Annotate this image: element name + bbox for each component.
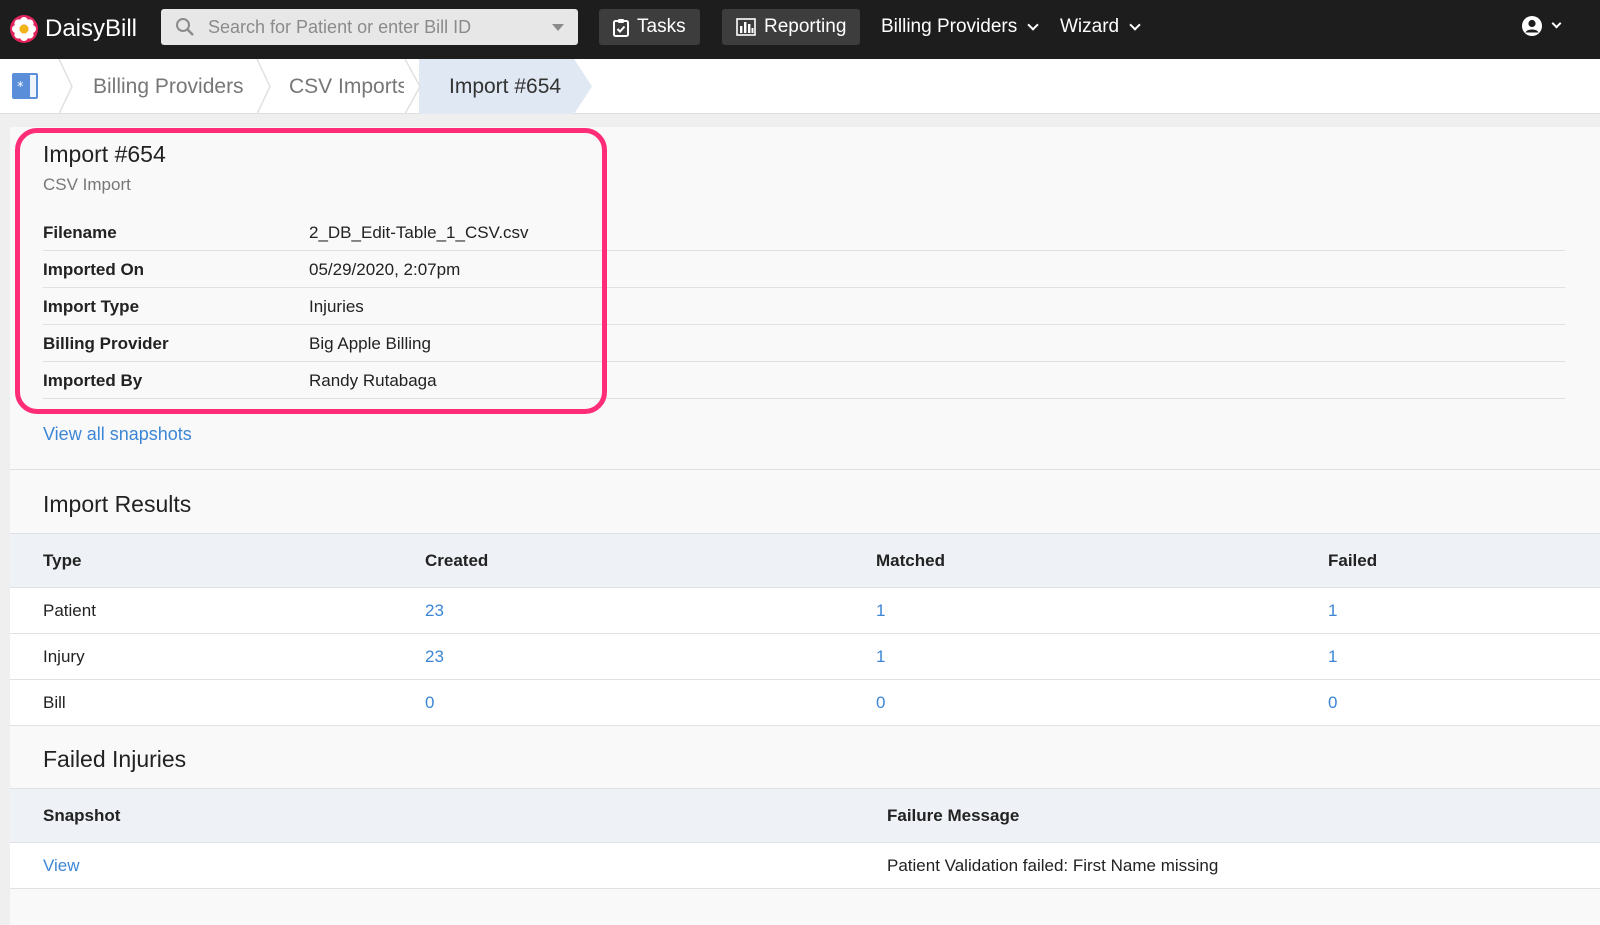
info-value: Randy Rutabaga (309, 371, 437, 390)
created-count-link[interactable]: 23 (425, 647, 444, 667)
table-row: View Patient Validation failed: First Na… (10, 843, 1600, 889)
brand-name: DaisyBill (45, 15, 138, 42)
breadcrumb-csv-imports[interactable]: CSV Imports (289, 59, 408, 114)
chevron-down-icon (1129, 18, 1141, 31)
info-row-import-type: Import Type Injuries (43, 288, 1565, 325)
page-title: Import #654 (43, 141, 166, 167)
view-snapshot-link[interactable]: View (43, 856, 80, 876)
info-label: Import Type (43, 297, 140, 316)
breadcrumb: * Billing Providers CSV Imports Import #… (0, 59, 1600, 114)
reporting-label: Reporting (764, 16, 847, 37)
column-header: Created (425, 551, 489, 570)
home-icon[interactable]: * (12, 73, 38, 99)
column-header: Matched (876, 551, 945, 570)
clipboard-check-icon (613, 18, 629, 37)
wizard-label: Wizard (1060, 16, 1120, 37)
breadcrumb-current: Import #654 (419, 59, 574, 114)
search-input[interactable]: Search for Patient or enter Bill ID (161, 9, 578, 45)
import-results-title: Import Results (43, 491, 192, 517)
brand-logo[interactable]: DaisyBill (9, 11, 137, 47)
breadcrumb-separator (58, 59, 73, 114)
row-type: Patient (43, 601, 96, 620)
view-all-snapshots-link[interactable]: View all snapshots (43, 424, 192, 445)
row-type: Injury (43, 647, 85, 666)
column-header: Snapshot (43, 806, 121, 825)
breadcrumb-separator (256, 59, 271, 114)
search-placeholder: Search for Patient or enter Bill ID (208, 17, 472, 37)
bar-chart-icon (736, 18, 756, 36)
info-row-imported-by: Imported By Randy Rutabaga (43, 362, 1565, 399)
breadcrumb-separator (404, 59, 421, 114)
info-value: Big Apple Billing (309, 334, 431, 353)
row-type: Bill (43, 693, 66, 712)
billing-providers-menu[interactable]: Billing Providers (881, 9, 1039, 45)
matched-count-link[interactable]: 0 (876, 693, 885, 713)
failed-injuries-title: Failed Injuries (43, 746, 187, 772)
info-label: Imported On (43, 260, 145, 279)
chevron-down-icon (1027, 18, 1039, 31)
breadcrumb-active-arrow (574, 59, 592, 114)
matched-count-link[interactable]: 1 (876, 601, 885, 621)
matched-count-link[interactable]: 1 (876, 647, 885, 667)
billing-providers-label: Billing Providers (881, 16, 1018, 37)
info-row-filename: Filename 2_DB_Edit-Table_1_CSV.csv (43, 214, 1565, 251)
column-header: Failure Message (887, 806, 1020, 825)
table-row: Injury 23 1 1 (10, 634, 1600, 680)
tasks-button[interactable]: Tasks (599, 9, 700, 45)
page-subtitle: CSV Import (43, 175, 131, 194)
failure-message: Patient Validation failed: First Name mi… (887, 856, 1219, 875)
section-divider (10, 469, 1600, 470)
column-header: Failed (1328, 551, 1378, 570)
failed-table-header: Snapshot Failure Message (10, 788, 1600, 843)
column-header: Type (43, 551, 82, 570)
wizard-menu[interactable]: Wizard (1060, 9, 1141, 45)
info-label: Imported By (43, 371, 143, 390)
svg-text:*: * (17, 80, 24, 95)
info-label: Billing Provider (43, 334, 169, 353)
info-label: Filename (43, 223, 117, 242)
search-icon (176, 18, 194, 36)
breadcrumb-current-label: Import #654 (449, 74, 562, 98)
info-value: Injuries (309, 297, 364, 316)
user-avatar-icon (1522, 16, 1542, 36)
top-navbar: DaisyBill Search for Patient or enter Bi… (0, 0, 1600, 59)
info-value: 05/29/2020, 2:07pm (309, 260, 461, 279)
chevron-down-icon (1551, 18, 1562, 29)
daisy-icon (10, 15, 38, 43)
breadcrumb-billing-providers[interactable]: Billing Providers (93, 59, 244, 114)
info-row-billing-provider: Billing Provider Big Apple Billing (43, 325, 1565, 362)
caret-down-icon[interactable] (552, 24, 564, 31)
failed-count-link[interactable]: 0 (1328, 693, 1337, 713)
created-count-link[interactable]: 0 (425, 693, 434, 713)
tasks-label: Tasks (637, 16, 686, 37)
failed-count-link[interactable]: 1 (1328, 647, 1337, 667)
results-table-header: Type Created Matched Failed (10, 533, 1600, 588)
reporting-button[interactable]: Reporting (722, 9, 861, 45)
user-menu[interactable] (1521, 15, 1562, 37)
failed-count-link[interactable]: 1 (1328, 601, 1337, 621)
table-row: Patient 23 1 1 (10, 588, 1600, 634)
filename-link[interactable]: 2_DB_Edit-Table_1_CSV.csv (309, 223, 529, 243)
table-row: Bill 0 0 0 (10, 680, 1600, 726)
info-row-imported-on: Imported On 05/29/2020, 2:07pm (43, 251, 1565, 288)
created-count-link[interactable]: 23 (425, 601, 444, 621)
